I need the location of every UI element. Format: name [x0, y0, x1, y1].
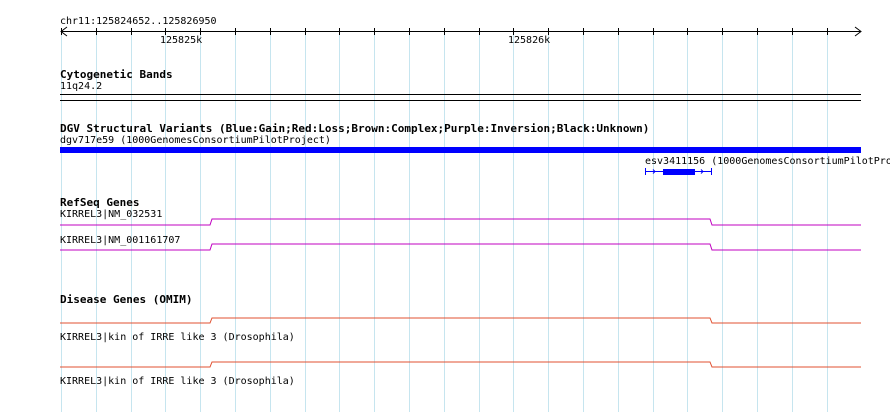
genome-browser-view: chr11:125824652..125826950 125825k 12582…	[0, 0, 890, 412]
omim-gene-lines[interactable]	[0, 0, 890, 412]
